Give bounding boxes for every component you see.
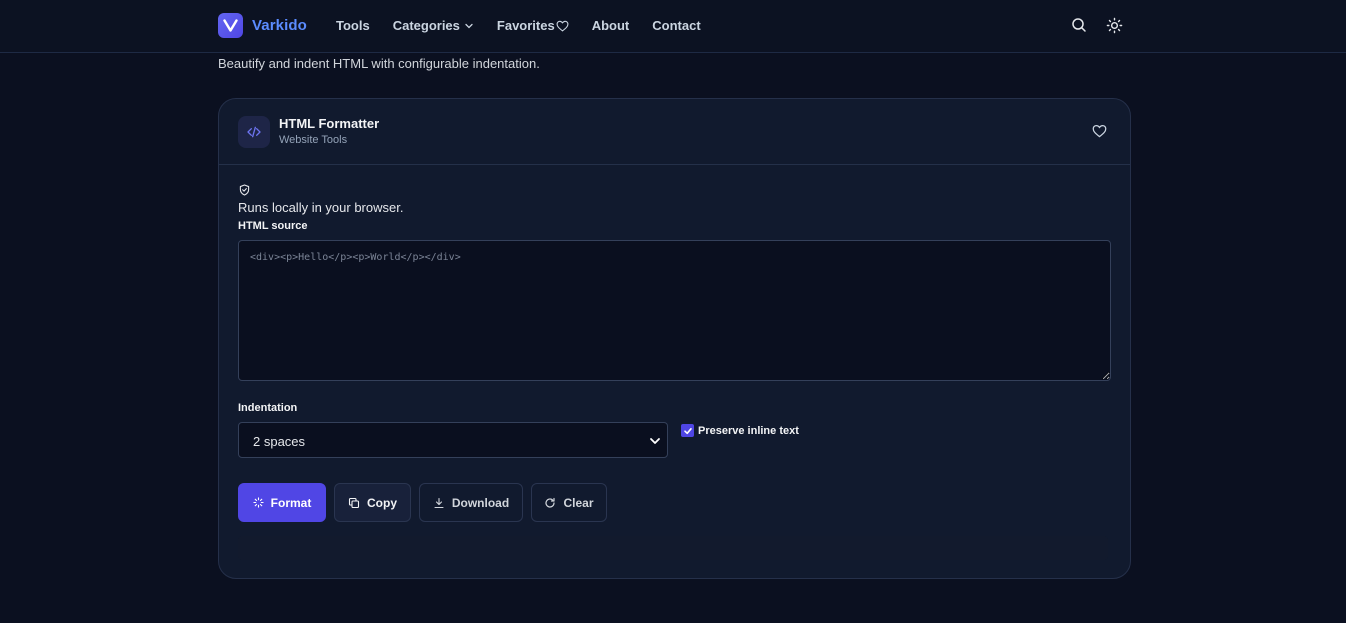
- clear-button[interactable]: Clear: [531, 483, 607, 522]
- nav-link-contact[interactable]: Contact: [652, 18, 700, 33]
- check-icon: [683, 427, 692, 434]
- heart-icon: [1092, 124, 1107, 138]
- download-button[interactable]: Download: [419, 483, 523, 522]
- format-button[interactable]: Format: [238, 483, 326, 522]
- shield-check-icon: [239, 184, 250, 196]
- sun-icon: [1106, 17, 1123, 34]
- search-icon: [1072, 18, 1086, 32]
- logo-v-icon: [218, 13, 243, 38]
- theme-toggle-button[interactable]: [1106, 17, 1123, 39]
- nav-link-about[interactable]: About: [592, 18, 630, 33]
- tool-card-header: HTML Formatter Website Tools: [219, 99, 1130, 165]
- brand-name: Varkido: [252, 17, 307, 34]
- nav-links: Tools Categories Favorites About Contact: [336, 18, 724, 33]
- tool-card: HTML Formatter Website Tools Runs locall…: [218, 98, 1131, 579]
- favorite-button[interactable]: [1092, 124, 1107, 143]
- search-button[interactable]: [1071, 17, 1087, 38]
- preserve-inline-checkbox[interactable]: [681, 424, 694, 437]
- download-button-label: Download: [451, 495, 510, 510]
- nav-link-label: Categories: [392, 18, 460, 33]
- code-icon: [238, 116, 270, 148]
- tool-category: Website Tools: [279, 134, 348, 146]
- download-icon: [434, 497, 444, 508]
- nav-link-label: Favorites: [496, 18, 555, 33]
- tool-title: HTML Formatter: [279, 116, 380, 131]
- indentation-label: Indentation: [238, 402, 298, 414]
- nav-link-label: Contact: [652, 18, 701, 33]
- brand-logo[interactable]: Varkido: [218, 13, 307, 38]
- html-source-input[interactable]: [238, 240, 1111, 381]
- copy-button-label: Copy: [367, 495, 397, 510]
- chevron-down-icon: [465, 23, 473, 28]
- copy-button[interactable]: Copy: [334, 483, 411, 522]
- chevron-down-icon: [650, 438, 660, 444]
- clear-button-label: Clear: [563, 495, 594, 510]
- formatted-output-area: [238, 536, 1108, 560]
- nav-link-label: Tools: [336, 18, 370, 33]
- loader-icon: [253, 497, 264, 508]
- local-processing-note: Runs locally in your browser.: [238, 200, 404, 215]
- page-subtitle: Beautify and indent HTML with configurab…: [218, 56, 540, 71]
- top-navbar: Varkido Tools Categories Favorites About…: [0, 0, 1346, 53]
- nav-link-tools[interactable]: Tools: [336, 18, 370, 33]
- nav-link-label: About: [591, 18, 630, 33]
- preserve-inline-toggle[interactable]: Preserve inline text: [681, 424, 799, 437]
- html-source-label: HTML source: [238, 220, 308, 232]
- copy-icon: [348, 497, 360, 508]
- heart-icon: [556, 20, 569, 32]
- indentation-select[interactable]: 2 spaces: [238, 422, 668, 458]
- format-button-label: Format: [270, 495, 312, 510]
- refresh-icon: [545, 497, 556, 508]
- preserve-inline-label: Preserve inline text: [698, 424, 799, 437]
- indentation-selected-value: 2 spaces: [253, 434, 306, 449]
- nav-link-categories[interactable]: Categories: [393, 18, 474, 33]
- nav-link-favorites[interactable]: Favorites: [497, 18, 569, 33]
